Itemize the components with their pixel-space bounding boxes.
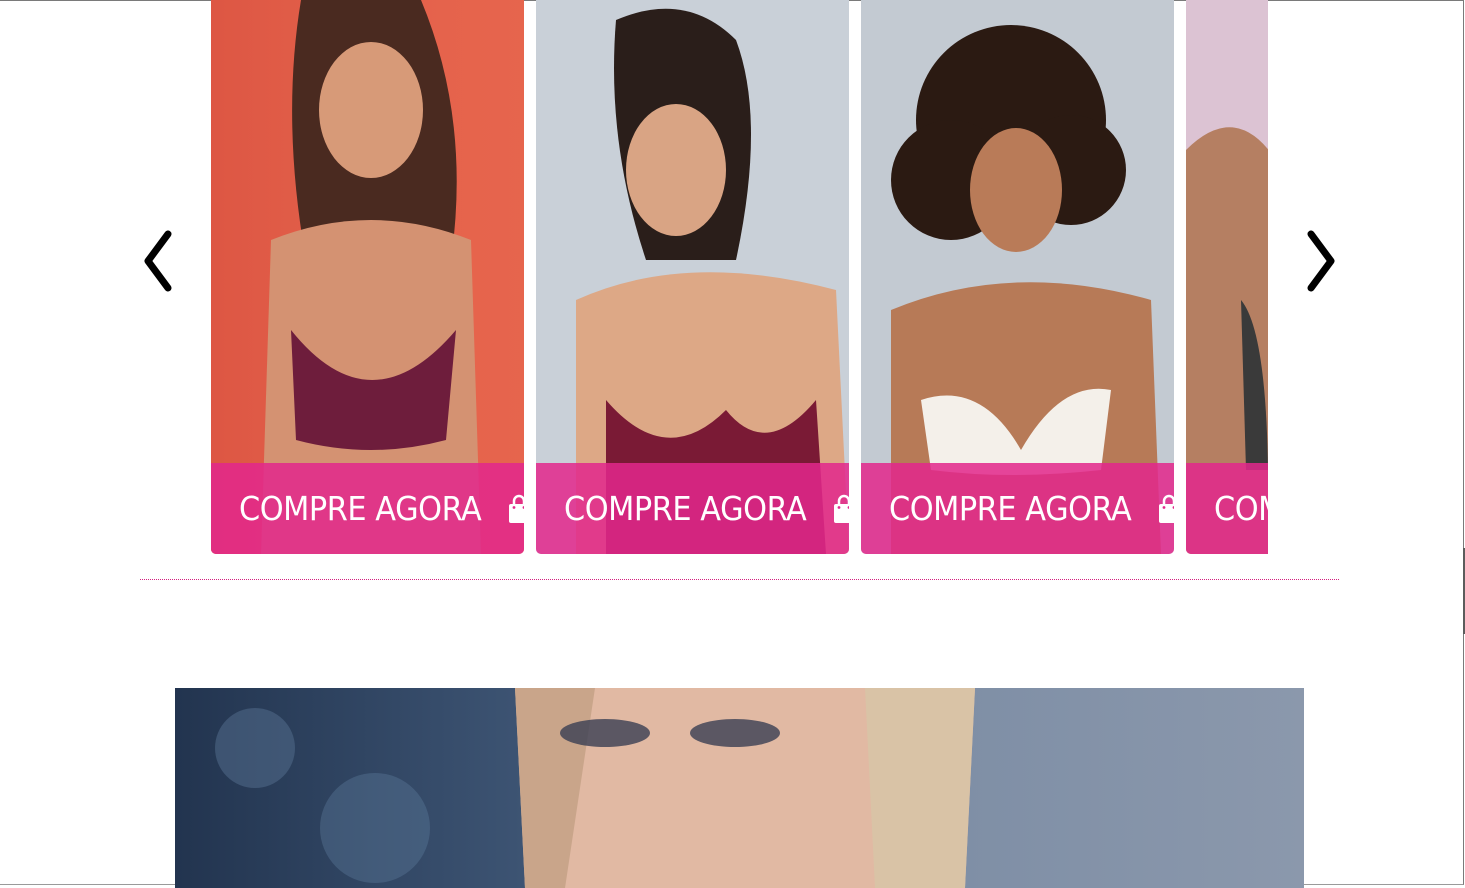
product-card[interactable]: COMPRE AGORA — [211, 0, 524, 554]
buy-now-button[interactable]: COMPRE AGORA — [1186, 463, 1268, 554]
hero-banner-image[interactable] — [175, 688, 1304, 888]
buy-now-button[interactable]: COMPRE AGORA — [861, 463, 1174, 554]
shopping-bag-icon — [509, 494, 524, 523]
product-card[interactable]: COMPRE AGORA — [1186, 0, 1268, 554]
carousel-viewport: COMPRE AGORA COMPRE AGORA COMPRE AGORA C… — [211, 0, 1268, 555]
buy-now-button[interactable]: COMPRE AGORA — [536, 463, 849, 554]
buy-now-label: COMPRE AGORA — [564, 489, 807, 528]
product-card[interactable]: COMPRE AGORA — [861, 0, 1174, 554]
chevron-right-icon — [1307, 230, 1335, 292]
carousel-next-button[interactable] — [1305, 228, 1339, 294]
section-divider — [140, 579, 1339, 580]
carousel-prev-button[interactable] — [140, 228, 174, 294]
shopping-bag-icon — [1159, 494, 1174, 523]
buy-now-label: COMPRE AGORA — [239, 489, 482, 528]
buy-now-label: COMPRE AGORA — [889, 489, 1132, 528]
product-card[interactable]: COMPRE AGORA — [536, 0, 849, 554]
chevron-left-icon — [144, 230, 172, 292]
shopping-bag-icon — [834, 494, 849, 523]
product-carousel: COMPRE AGORA COMPRE AGORA COMPRE AGORA C… — [0, 0, 1465, 560]
buy-now-button[interactable]: COMPRE AGORA — [211, 463, 524, 554]
buy-now-label: COMPRE AGORA — [1214, 489, 1268, 528]
